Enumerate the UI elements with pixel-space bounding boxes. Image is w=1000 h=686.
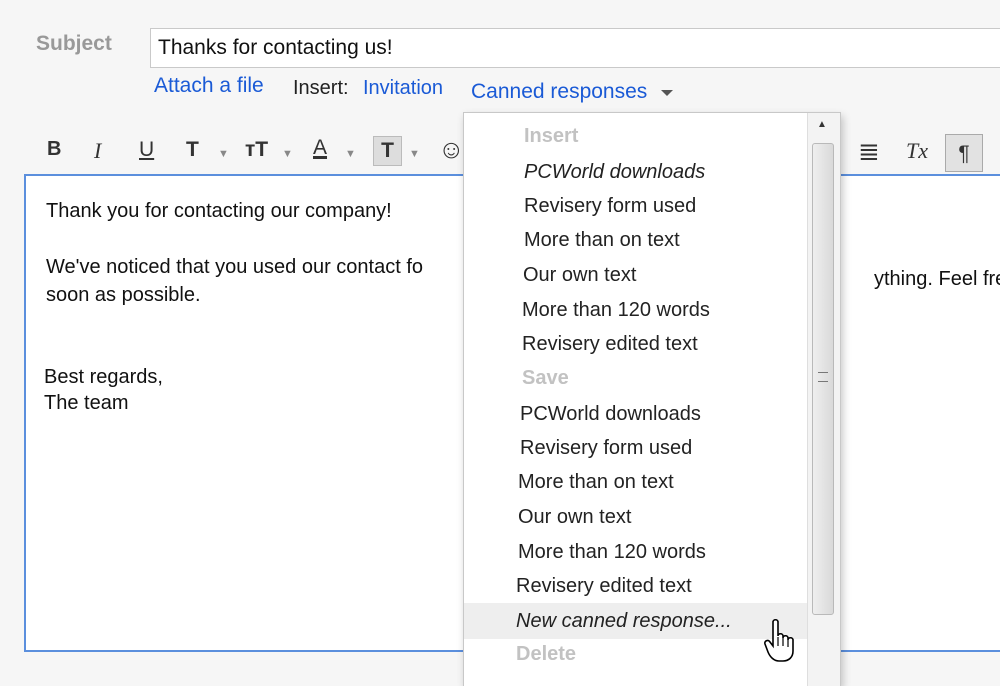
underline-button[interactable]: U bbox=[139, 138, 154, 162]
menu-header-save: Save bbox=[522, 367, 569, 389]
insert-item[interactable]: Revisery edited text bbox=[522, 333, 698, 356]
canned-responses-link[interactable]: Canned responses bbox=[471, 80, 647, 104]
new-canned-response-item[interactable]: New canned response... bbox=[516, 610, 732, 633]
invitation-link[interactable]: Invitation bbox=[363, 77, 443, 100]
chevron-down-icon[interactable]: ▼ bbox=[345, 148, 356, 160]
paragraph-icon[interactable]: ¶ bbox=[945, 134, 983, 172]
emoji-icon[interactable]: ☺ bbox=[438, 134, 465, 165]
chevron-down-icon[interactable]: ▼ bbox=[218, 148, 229, 160]
body-line: soon as possible. bbox=[46, 284, 201, 306]
menu-header-delete: Delete bbox=[516, 643, 577, 665]
font-family-button[interactable]: T bbox=[186, 138, 199, 162]
save-item[interactable]: PCWorld downloads bbox=[520, 403, 701, 426]
body-line: Best regards, bbox=[44, 366, 163, 388]
scrollbar-thumb[interactable] bbox=[812, 143, 834, 615]
highlight-button[interactable]: T bbox=[373, 136, 402, 166]
bold-button[interactable]: B bbox=[47, 138, 61, 161]
insert-item[interactable]: More than 120 words bbox=[522, 299, 710, 322]
font-size-button[interactable]: тT bbox=[245, 138, 268, 162]
body-line: We've noticed that you used our contact … bbox=[46, 256, 424, 278]
save-item[interactable]: More than on text bbox=[518, 471, 674, 494]
subject-input[interactable] bbox=[150, 28, 1000, 68]
save-item[interactable]: Our own text bbox=[518, 506, 631, 529]
canned-responses-menu: Insert PCWorld downloads Revisery form u… bbox=[463, 112, 841, 686]
body-line: ything. Feel free bbox=[874, 268, 1000, 290]
chevron-down-icon[interactable] bbox=[661, 90, 673, 96]
italic-button[interactable]: I bbox=[94, 138, 101, 164]
chevron-down-icon[interactable]: ▼ bbox=[409, 148, 420, 160]
subject-label: Subject bbox=[36, 32, 112, 55]
scroll-up-icon[interactable]: ▲ bbox=[817, 119, 827, 130]
align-icon[interactable]: ≣ bbox=[858, 136, 880, 167]
chevron-down-icon[interactable]: ▼ bbox=[282, 148, 293, 160]
save-item[interactable]: Revisery edited text bbox=[516, 575, 692, 598]
insert-item[interactable]: Revisery form used bbox=[524, 195, 696, 218]
body-line: Thank you for contacting our company! bbox=[46, 200, 392, 222]
text-color-button[interactable]: A bbox=[313, 136, 327, 160]
clear-format-icon[interactable]: Tx bbox=[906, 138, 928, 164]
insert-item[interactable]: PCWorld downloads bbox=[524, 161, 705, 184]
insert-label: Insert: bbox=[293, 77, 349, 99]
insert-item[interactable]: More than on text bbox=[524, 229, 680, 252]
menu-header-insert: Insert bbox=[524, 125, 579, 147]
save-item[interactable]: More than 120 words bbox=[518, 541, 706, 564]
menu-scrollbar[interactable]: ▲ bbox=[807, 113, 840, 686]
body-line: The team bbox=[44, 392, 129, 414]
hand-cursor-icon bbox=[764, 618, 794, 662]
attach-file-link[interactable]: Attach a file bbox=[154, 74, 264, 98]
insert-item[interactable]: Our own text bbox=[523, 264, 636, 287]
grip-icon bbox=[818, 372, 828, 382]
save-item[interactable]: Revisery form used bbox=[520, 437, 692, 460]
